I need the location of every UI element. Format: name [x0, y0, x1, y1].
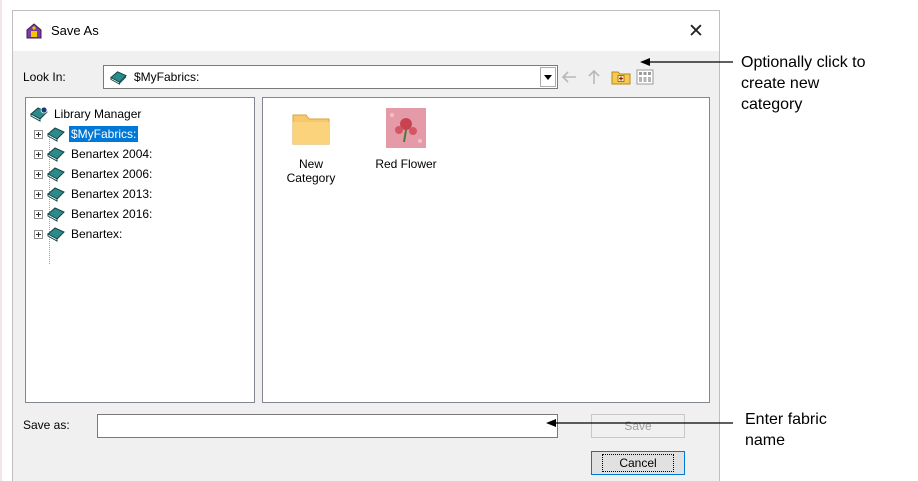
folder-icon	[292, 114, 330, 145]
callout-line: Enter fabric	[745, 411, 827, 428]
fabric-thumbnail-icon	[386, 108, 426, 148]
cancel-button-label: Cancel	[602, 454, 674, 472]
callout-line: name	[745, 432, 786, 449]
expand-icon[interactable]	[34, 229, 43, 239]
back-arrow-icon	[561, 71, 576, 83]
file-item-label: Red Flower	[375, 157, 437, 171]
tree-item-label: $MyFabrics:	[69, 126, 139, 142]
fabric-library-icon	[47, 127, 65, 142]
look-in-dropdown[interactable]: $MyFabrics:	[103, 65, 558, 89]
tree-item-label: Benartex 2004:	[71, 147, 153, 161]
tree-item-label: Benartex 2006:	[71, 167, 153, 181]
tree-item[interactable]: Benartex 2004:	[34, 144, 154, 164]
file-item-label: Category	[286, 171, 336, 185]
app-icon	[26, 23, 42, 39]
file-item-red-flower[interactable]: Red Flower	[363, 108, 449, 171]
tree-item[interactable]: Benartex:	[34, 224, 124, 244]
expand-icon[interactable]	[34, 129, 43, 139]
back-button[interactable]	[558, 66, 580, 88]
callout-line: create new	[741, 75, 820, 92]
tree-item-label: Benartex 2013:	[71, 187, 153, 201]
fabric-library-icon	[47, 167, 65, 182]
tree-item[interactable]: Benartex 2006:	[34, 164, 154, 184]
tree-item[interactable]: $MyFabrics:	[34, 124, 139, 144]
library-book-icon	[110, 71, 127, 85]
fabric-library-icon	[47, 207, 65, 222]
tree-item-label: Benartex:	[71, 227, 123, 241]
new-folder-icon	[611, 71, 631, 85]
file-item-label: New	[298, 157, 323, 171]
dialog-title: Save As	[51, 23, 99, 38]
fabric-library-icon	[47, 227, 65, 242]
library-manager-icon	[30, 106, 48, 122]
tree-item[interactable]: Benartex 2013:	[34, 184, 154, 204]
title-bar: Save As ✕	[13, 11, 719, 51]
tree-root-label: Library Manager	[54, 107, 142, 121]
callout-line: Optionally click to	[741, 54, 866, 71]
expand-icon[interactable]	[34, 149, 43, 159]
up-arrow-icon	[588, 69, 600, 84]
cancel-button[interactable]: Cancel	[591, 451, 685, 475]
expand-icon[interactable]	[34, 169, 43, 179]
fabric-library-icon	[47, 147, 65, 162]
close-button[interactable]: ✕	[673, 11, 719, 51]
chevron-down-icon[interactable]	[540, 67, 556, 87]
look-in-value: $MyFabrics:	[134, 70, 200, 84]
save-as-dialog: Save As ✕ Look In: $MyFabrics: Library M…	[12, 10, 720, 481]
create-new-folder-button[interactable]	[610, 66, 632, 88]
up-one-level-button[interactable]	[583, 66, 605, 88]
file-list[interactable]: New Category Red Flower	[262, 97, 710, 403]
save-button[interactable]: Save	[591, 414, 685, 438]
close-icon: ✕	[688, 20, 704, 42]
tree-item[interactable]: Benartex 2016:	[34, 204, 154, 224]
view-menu-icon	[636, 69, 654, 85]
save-button-label: Save	[624, 419, 652, 433]
background-edge	[0, 0, 2, 481]
file-item-new-category[interactable]: New Category	[279, 108, 343, 185]
expand-icon[interactable]	[34, 209, 43, 219]
library-tree[interactable]: Library Manager $MyFabrics: Benartex 200…	[25, 97, 255, 403]
view-menu-button[interactable]	[634, 66, 656, 88]
callout-create-category: Optionally click to create new category	[741, 52, 866, 115]
tree-item-label: Benartex 2016:	[71, 207, 153, 221]
tree-root-library-manager[interactable]: Library Manager	[30, 104, 143, 124]
save-as-label: Save as:	[23, 418, 70, 432]
look-in-label: Look In:	[23, 70, 66, 84]
expand-icon[interactable]	[34, 189, 43, 199]
fabric-name-input[interactable]	[97, 414, 558, 438]
callout-enter-name: Enter fabric name	[745, 409, 827, 451]
fabric-library-icon	[47, 187, 65, 202]
callout-line: category	[741, 96, 803, 113]
